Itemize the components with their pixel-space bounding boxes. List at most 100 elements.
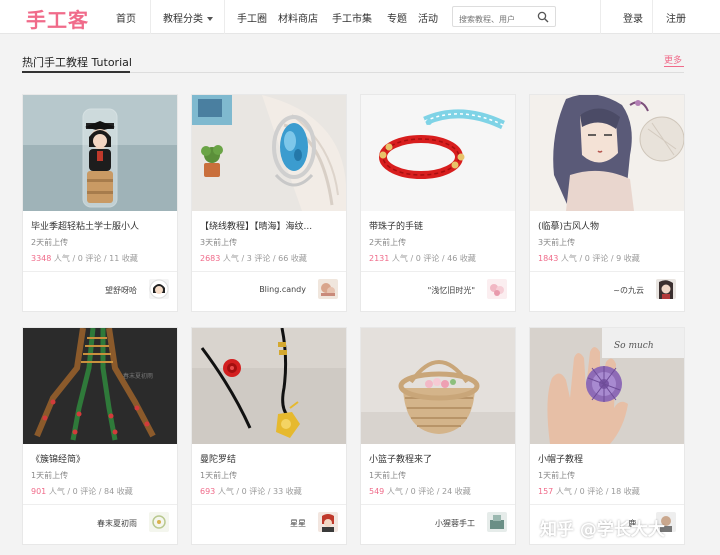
more-underline — [664, 66, 684, 67]
tutorial-title[interactable]: 小篮子教程来了 — [369, 452, 509, 465]
tutorial-card[interactable]: (临摹)古风人物 3天前上传 1843 人气 / 0 评论 / 9 收藏 ~の九… — [529, 94, 685, 312]
nav-topic[interactable]: 专题 — [387, 10, 407, 25]
tutorial-title[interactable]: 带珠子的手链 — [369, 219, 509, 232]
tutorial-thumbnail[interactable]: So much — [530, 328, 684, 444]
author-avatar[interactable] — [656, 279, 676, 299]
tutorial-card[interactable]: 小篮子教程来了 1天前上传 549 人气 / 0 评论 / 24 收藏 小猩蓉手… — [360, 327, 516, 545]
comments-label: 评论 — [254, 254, 271, 263]
views-count: 549 — [369, 487, 385, 496]
tutorial-thumbnail[interactable] — [361, 95, 515, 211]
tutorial-stats: 1843 人气 / 0 评论 / 9 收藏 — [538, 254, 640, 263]
login-link[interactable]: 登录 — [623, 10, 643, 25]
card-divider — [23, 271, 177, 272]
tutorial-card[interactable]: 曼陀罗结 1天前上传 693 人气 / 0 评论 / 33 收藏 星星 — [191, 327, 347, 545]
favs-label: 收藏 — [454, 487, 471, 496]
tutorial-stats: 693 人气 / 0 评论 / 33 收藏 — [200, 487, 302, 496]
author-name[interactable]: 星星 — [290, 518, 306, 529]
register-link[interactable]: 注册 — [666, 10, 686, 25]
comments-label: 评论 — [80, 487, 97, 496]
comments-label: 评论 — [418, 487, 435, 496]
nav-event[interactable]: 活动 — [418, 10, 438, 25]
author-avatar[interactable] — [318, 279, 338, 299]
tutorial-thumbnail[interactable]: 春末夏初雨 — [23, 328, 177, 444]
card-divider — [361, 504, 515, 505]
views-count: 3348 — [31, 254, 52, 263]
author-avatar[interactable] — [318, 512, 338, 532]
views-label: 人气 — [53, 254, 70, 263]
author-name[interactable]: 春末夏初雨 — [97, 518, 137, 529]
tutorial-card[interactable]: So much 小帽子教程 1天前上传 157 人气 / 0 评论 / 18 收… — [529, 327, 685, 545]
tutorial-title[interactable]: 小帽子教程 — [538, 452, 678, 465]
site-logo[interactable]: 手工客 — [26, 4, 89, 33]
card-divider — [23, 504, 177, 505]
comments-count: 0 — [77, 254, 83, 263]
views-label: 人气 — [555, 487, 572, 496]
tutorial-thumbnail[interactable] — [192, 95, 346, 211]
author-avatar[interactable] — [149, 279, 169, 299]
tutorial-title[interactable]: (临摹)古风人物 — [538, 219, 678, 232]
comments-label: 评论 — [587, 487, 604, 496]
comments-label: 评论 — [249, 487, 266, 496]
tutorial-stats: 549 人气 / 0 评论 / 24 收藏 — [369, 487, 471, 496]
comments-label: 评论 — [85, 254, 102, 263]
card-divider — [192, 271, 346, 272]
comments-count: 0 — [579, 487, 585, 496]
nav-divider — [600, 0, 601, 34]
tutorial-card[interactable]: 【绕线教程】【晴海】海纹... 3天前上传 2683 人气 / 3 评论 / 6… — [191, 94, 347, 312]
chevron-down-icon — [207, 17, 213, 21]
nav-category-dropdown[interactable]: 教程分类 — [163, 10, 213, 25]
section-title-underline — [22, 71, 130, 73]
author-avatar[interactable] — [487, 512, 507, 532]
upload-time: 2天前上传 — [31, 238, 69, 247]
views-count: 2683 — [200, 254, 221, 263]
favs-label: 收藏 — [623, 487, 640, 496]
comments-count: 0 — [584, 254, 590, 263]
views-label: 人气 — [48, 487, 65, 496]
favs-count: 18 — [611, 487, 622, 496]
section-title: 热门手工教程 Tutorial — [22, 56, 132, 69]
nav-home[interactable]: 首页 — [116, 10, 136, 25]
card-divider — [530, 504, 684, 505]
tutorial-stats: 2131 人气 / 0 评论 / 46 收藏 — [369, 254, 476, 263]
svg-text:春末夏初雨: 春末夏初雨 — [123, 372, 153, 380]
nav-divider — [150, 0, 151, 34]
tutorial-card[interactable]: 毕业季超轻粘土学士服小人 2天前上传 3348 人气 / 0 评论 / 11 收… — [22, 94, 178, 312]
tutorial-thumbnail[interactable] — [192, 328, 346, 444]
nav-category-label: 教程分类 — [163, 14, 203, 25]
nav-shop[interactable]: 材料商店 — [278, 10, 318, 25]
tutorial-title[interactable]: 曼陀罗结 — [200, 452, 340, 465]
tutorial-title[interactable]: 毕业季超轻粘土学士服小人 — [31, 219, 171, 232]
author-name[interactable]: ~の九云 — [613, 285, 644, 296]
author-name[interactable]: "浅忆旧时光" — [428, 285, 475, 296]
views-count: 157 — [538, 487, 554, 496]
author-avatar[interactable] — [487, 279, 507, 299]
tutorial-thumbnail[interactable] — [361, 328, 515, 444]
nav-circle[interactable]: 手工圈 — [237, 10, 267, 25]
author-name[interactable]: 望舒呀哈 — [105, 285, 137, 296]
author-name[interactable]: Bling.candy — [259, 285, 306, 294]
tutorial-title[interactable]: 《簇锦经简》 — [31, 452, 171, 465]
tutorial-card[interactable]: 春末夏初雨 《簇锦经简》 1天前上传 901 人气 / 0 评论 / 84 收藏… — [22, 327, 178, 545]
nav-market[interactable]: 手工市集 — [332, 10, 372, 25]
comments-count: 3 — [246, 254, 252, 263]
tutorial-title[interactable]: 【绕线教程】【晴海】海纹... — [200, 219, 340, 232]
favs-label: 收藏 — [121, 254, 138, 263]
favs-count: 33 — [273, 487, 284, 496]
upload-time: 3天前上传 — [200, 238, 238, 247]
more-link[interactable]: 更多 — [664, 53, 682, 66]
search-input[interactable] — [453, 10, 533, 29]
comments-count: 0 — [415, 254, 421, 263]
tutorial-card[interactable]: 带珠子的手链 2天前上传 2131 人气 / 0 评论 / 46 收藏 "浅忆旧… — [360, 94, 516, 312]
svg-text:So much: So much — [614, 341, 654, 351]
search-icon[interactable] — [537, 11, 549, 23]
author-avatar[interactable] — [149, 512, 169, 532]
favs-count: 84 — [104, 487, 115, 496]
tutorial-thumbnail[interactable] — [23, 95, 177, 211]
author-name[interactable]: 小猩蓉手工 — [435, 518, 475, 529]
zhihu-watermark: 知乎 @学长大大 — [540, 520, 665, 540]
tutorial-thumbnail[interactable] — [530, 95, 684, 211]
favs-label: 收藏 — [459, 254, 476, 263]
favs-count: 9 — [616, 254, 622, 263]
favs-label: 收藏 — [116, 487, 133, 496]
tutorial-stats: 2683 人气 / 3 评论 / 66 收藏 — [200, 254, 307, 263]
